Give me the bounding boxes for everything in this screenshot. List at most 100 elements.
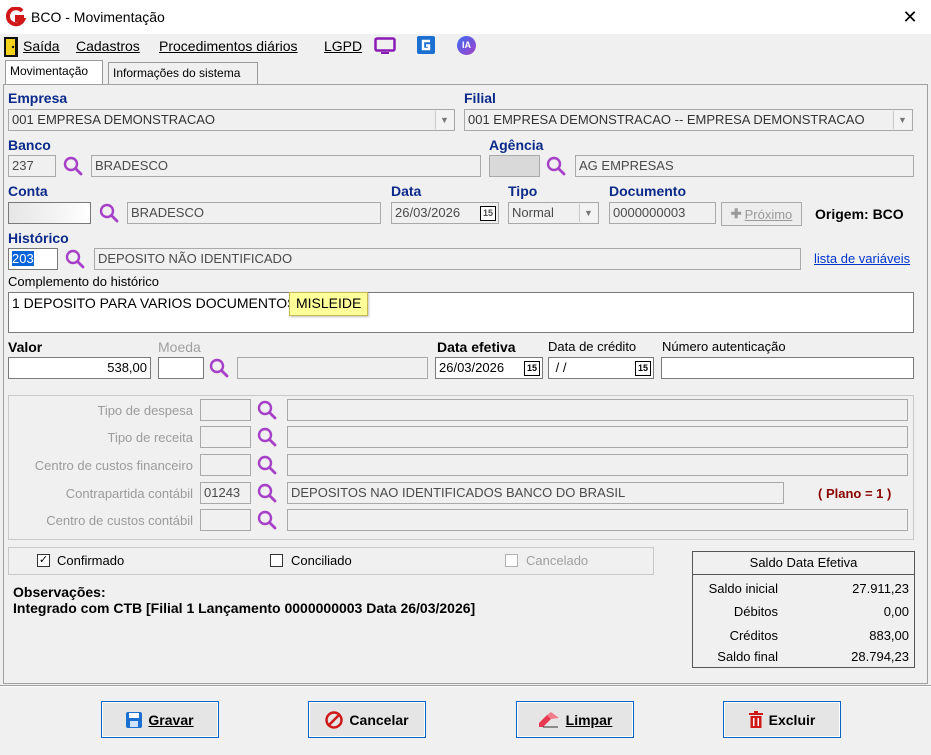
documento-field[interactable]: 0000000003 [609,202,716,224]
search-icon[interactable] [64,248,86,270]
search-icon[interactable] [256,399,278,421]
search-icon[interactable] [208,357,230,379]
data-efetiva-field[interactable]: 26/03/2026 15 [435,357,543,379]
banco-code-field[interactable]: 237 [8,155,56,177]
search-icon[interactable] [256,509,278,531]
empresa-select[interactable]: 001 EMPRESA DEMONSTRACAO ▼ [8,109,455,131]
confirmado-checkbox[interactable]: ✓ [37,554,50,567]
lista-variaveis-link[interactable]: lista de variáveis [814,251,910,266]
search-icon[interactable] [545,155,567,177]
cancelar-button[interactable]: Cancelar [308,701,426,738]
proximo-button[interactable]: ✚ Próximo [721,202,802,226]
conta-name-field: BRADESCO [127,202,381,224]
save-icon [126,711,143,728]
ia-assistant-icon[interactable]: IA [457,36,476,55]
filial-label: Filial [464,90,496,106]
agencia-label: Agência [489,137,544,153]
saldo-title: Saldo Data Efetiva [693,552,914,575]
data-credito-label: Data de crédito [548,339,637,354]
tab-movimentacao-label: Movimentação [10,64,89,78]
chevron-down-icon[interactable]: ▼ [579,204,597,222]
saldo-row: Débitos 0,00 [693,600,914,623]
calendar-icon[interactable]: 15 [635,361,651,376]
tipo-value: Normal [512,205,554,220]
conta-code-field[interactable] [8,202,91,224]
saldo-row: Saldo final 28.794,23 [693,645,914,668]
moeda-code-field[interactable] [158,357,204,379]
data-efetiva-value: 26/03/2026 [439,360,505,375]
saldo-row-label: Créditos [729,628,778,643]
saldo-row-value: 27.911,23 [852,581,909,596]
limpar-button[interactable]: Limpar [516,701,634,738]
user-tooltip: MISLEIDE [289,292,369,316]
tab-informacoes-sistema[interactable]: Informações do sistema [108,62,258,84]
conciliado-checkbox[interactable] [270,554,283,567]
gravar-label: Gravar [148,711,194,728]
data-credito-value: / / [552,360,567,375]
moeda-name-field [237,357,428,379]
search-icon[interactable] [256,482,278,504]
saldo-row: Saldo inicial 27.911,23 [693,577,914,600]
calendar-icon[interactable]: 15 [524,361,540,376]
centro-contabil-code[interactable] [200,509,251,531]
historico-name-field: DEPOSITO NÃO IDENTIFICADO [94,248,801,270]
g-logo-icon[interactable] [417,36,435,54]
data-field[interactable]: 26/03/2026 15 [391,202,499,224]
tipo-receita-label: Tipo de receita [107,430,193,445]
excluir-button[interactable]: Excluir [723,701,841,738]
menu-cadastros[interactable]: Cadastros [76,38,140,54]
saldo-row-value: 0,00 [883,604,909,619]
filial-select[interactable]: 001 EMPRESA DEMONSTRACAO -- EMPRESA DEMO… [464,109,913,131]
saldo-row-value: 883,00 [869,628,909,643]
valor-field[interactable]: 538,00 [8,357,151,379]
data-credito-field[interactable]: / / 15 [548,357,654,379]
tipo-receita-code[interactable] [200,426,251,448]
close-icon[interactable]: ✕ [898,6,922,28]
menu-procedimentos[interactable]: Procedimentos diários [159,38,298,54]
conta-label: Conta [8,183,48,199]
bottom-divider [0,685,931,687]
agencia-name-field: AG EMPRESAS [575,155,914,177]
valor-label: Valor [8,339,43,355]
centro-contabil-name [287,509,908,531]
tipo-despesa-code[interactable] [200,399,251,421]
documento-label: Documento [609,183,686,199]
origem-label: Origem: BCO [815,206,904,222]
historico-code-field[interactable]: 203 [8,248,58,270]
search-icon[interactable] [98,202,120,224]
search-icon[interactable] [62,155,84,177]
agencia-code-field[interactable] [489,155,540,177]
tipo-receita-name [287,426,908,448]
banco-label: Banco [8,137,51,153]
trash-icon [748,711,763,728]
banco-name-field: BRADESCO [91,155,481,177]
menu-saida[interactable]: Saída [23,38,60,54]
contrapartida-code[interactable]: 01243 [200,482,251,504]
complemento-value: 1 DEPOSITO PARA VARIOS DOCUMENTOS - [12,295,306,311]
gravar-button[interactable]: Gravar [101,701,219,738]
centro-financeiro-code[interactable] [200,454,251,476]
saldo-row-value: 28.794,23 [851,649,909,664]
tipo-select[interactable]: Normal ▼ [508,202,599,224]
menu-lgpd-label: LGPD [324,38,363,54]
data-efetiva-label: Data efetiva [437,339,516,355]
empresa-label: Empresa [8,90,68,106]
tipo-despesa-name [287,399,908,421]
filial-value: 001 EMPRESA DEMONSTRACAO -- EMPRESA DEMO… [468,112,865,127]
monitor-icon[interactable] [374,37,396,55]
calendar-icon[interactable]: 15 [480,206,496,221]
chevron-down-icon[interactable]: ▼ [435,111,453,129]
search-icon[interactable] [256,426,278,448]
centro-financeiro-label: Centro de custos financeiro [34,458,193,473]
chevron-down-icon[interactable]: ▼ [893,111,911,129]
complemento-textarea[interactable]: 1 DEPOSITO PARA VARIOS DOCUMENTOS - [8,292,914,333]
tab-movimentacao[interactable]: Movimentação [5,60,103,85]
saldo-row-label: Saldo final [717,649,778,664]
moeda-label: Moeda [158,339,201,355]
ia-badge-label: IA [462,40,471,50]
numero-autenticacao-field[interactable] [661,357,914,379]
limpar-label: Limpar [565,711,613,728]
conciliado-label: Conciliado [291,553,352,568]
search-icon[interactable] [256,454,278,476]
menu-lgpd[interactable]: LGPD [324,38,362,54]
